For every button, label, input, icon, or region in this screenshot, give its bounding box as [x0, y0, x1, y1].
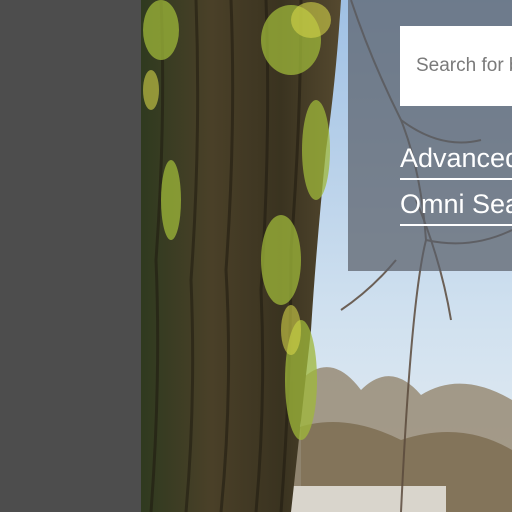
left-sidebar-panel [0, 0, 141, 512]
advanced-search-link[interactable]: Advanced [400, 140, 512, 180]
omni-search-link[interactable]: Omni Sea [400, 186, 512, 226]
search-input[interactable] [400, 26, 512, 106]
